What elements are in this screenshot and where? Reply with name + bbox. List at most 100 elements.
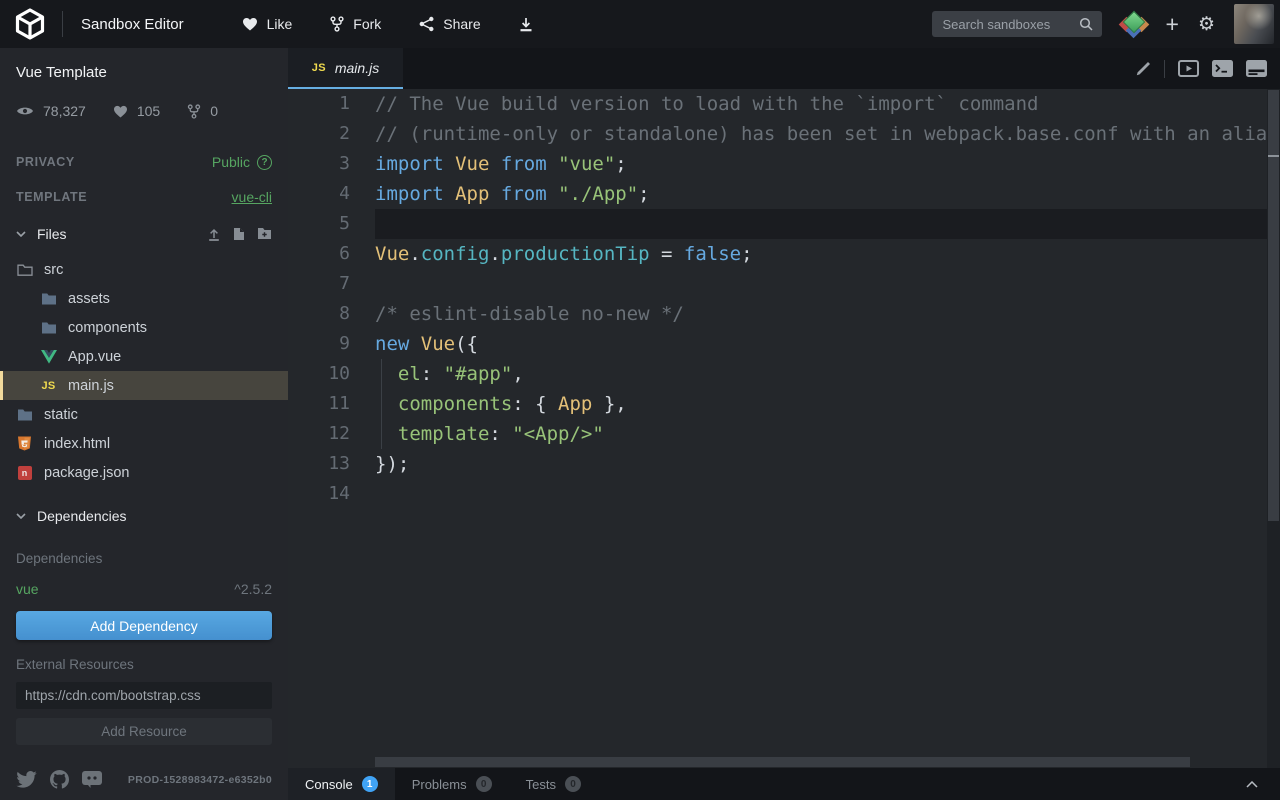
fork-button[interactable]: Fork — [330, 16, 381, 32]
line-number[interactable]: 11 — [288, 389, 375, 419]
files-section-header[interactable]: Files — [0, 217, 288, 251]
line-number[interactable]: 13 — [288, 449, 375, 479]
console-tab-tests[interactable]: Tests0 — [509, 768, 598, 800]
forks-stat: 0 — [187, 103, 218, 119]
code-line-7[interactable]: 7 — [288, 269, 1280, 299]
header-divider — [62, 11, 63, 37]
code-line-14[interactable]: 14 — [288, 479, 1280, 509]
new-file-button[interactable] — [233, 227, 245, 241]
file-tree-item-src[interactable]: src — [0, 255, 288, 284]
line-number[interactable]: 14 — [288, 479, 375, 509]
line-number[interactable]: 2 — [288, 119, 375, 149]
twitter-icon — [16, 771, 37, 788]
code-line-content: // The Vue build version to load with th… — [375, 89, 1280, 119]
privacy-value-text: Public — [212, 154, 250, 170]
template-label: TEMPLATE — [16, 190, 87, 204]
help-icon[interactable]: ? — [257, 155, 272, 170]
codesandbox-logo-icon[interactable] — [14, 8, 46, 40]
new-sandbox-button[interactable]: + — [1166, 13, 1179, 36]
code-line-9[interactable]: 9new Vue({ — [288, 329, 1280, 359]
share-button[interactable]: Share — [419, 16, 480, 32]
user-avatar[interactable] — [1234, 4, 1274, 44]
console-tab-problems[interactable]: Problems 0 — [395, 768, 509, 800]
toggle-preview-button[interactable] — [1178, 60, 1199, 77]
project-stats: 78,327 105 0 — [16, 103, 272, 119]
file-tree-item-package-json[interactable]: npackage.json — [0, 458, 288, 487]
discord-icon — [82, 771, 102, 788]
toggle-terminal-button[interactable] — [1212, 60, 1233, 77]
github-link[interactable] — [50, 770, 69, 789]
line-number[interactable]: 9 — [288, 329, 375, 359]
code-line-content — [375, 479, 1280, 509]
add-resource-button[interactable]: Add Resource — [16, 718, 272, 745]
code-line-content: import App from "./App"; — [375, 179, 1280, 209]
code-line-11[interactable]: 11 components: { App }, — [288, 389, 1280, 419]
code-line-10[interactable]: 10 el: "#app", — [288, 359, 1280, 389]
console-tab-badge: 0 — [476, 776, 492, 792]
line-number[interactable]: 4 — [288, 179, 375, 209]
dependencies-section-header[interactable]: Dependencies — [0, 499, 288, 533]
template-link[interactable]: vue-cli — [232, 189, 272, 205]
toggle-panel-layout-button[interactable] — [1246, 60, 1267, 77]
upload-file-button[interactable] — [207, 227, 221, 241]
eye-icon — [16, 105, 34, 117]
console-tab-console[interactable]: Console1 — [288, 768, 395, 800]
dependency-name-link[interactable]: vue — [16, 581, 39, 597]
code-line-content: /* eslint-disable no-new */ — [375, 299, 1280, 329]
search-box — [932, 11, 1102, 37]
file-name: package.json — [44, 465, 129, 481]
console-tab-label: Problems — [412, 777, 467, 792]
preferences-button[interactable]: ⚙ — [1198, 15, 1215, 34]
like-label: Like — [267, 16, 293, 32]
file-name: src — [44, 262, 63, 278]
line-number[interactable]: 5 — [288, 209, 375, 239]
vue-icon — [40, 350, 57, 364]
new-folder-button[interactable] — [257, 227, 272, 241]
expand-console-button[interactable] — [1246, 781, 1258, 788]
file-tree-item-components[interactable]: components — [0, 313, 288, 342]
code-line-1[interactable]: 1// The Vue build version to load with t… — [288, 89, 1280, 119]
horizontal-scrollbar[interactable] — [375, 757, 1190, 767]
add-dependency-button[interactable]: Add Dependency — [16, 611, 272, 640]
console-tab-badge: 0 — [565, 776, 581, 792]
fork-icon — [187, 104, 201, 119]
code-line-8[interactable]: 8/* eslint-disable no-new */ — [288, 299, 1280, 329]
header-right: + ⚙ — [932, 4, 1280, 44]
line-number[interactable]: 8 — [288, 299, 375, 329]
code-line-12[interactable]: 12 template: "<App/>" — [288, 419, 1280, 449]
prettify-button[interactable] — [1135, 61, 1151, 77]
code-line-4[interactable]: 4import App from "./App"; — [288, 179, 1280, 209]
file-tree-item-App-vue[interactable]: App.vue — [0, 342, 288, 371]
line-number[interactable]: 12 — [288, 419, 375, 449]
code-line-13[interactable]: 13}); — [288, 449, 1280, 479]
patron-badge-icon[interactable] — [1121, 11, 1147, 37]
console-tab-label: Console — [305, 777, 353, 792]
indent-guide — [381, 359, 382, 449]
views-stat: 78,327 — [16, 103, 86, 119]
line-number[interactable]: 3 — [288, 149, 375, 179]
vertical-scrollbar[interactable] — [1267, 89, 1280, 768]
code-line-6[interactable]: 6Vue.config.productionTip = false; — [288, 239, 1280, 269]
file-tree-item-main-js[interactable]: JSmain.js — [0, 371, 288, 400]
file-tree-item-index-html[interactable]: index.html — [0, 429, 288, 458]
console-bar: Console1Problems0Tests0 — [288, 768, 1280, 800]
tab-main-js[interactable]: JS main.js — [288, 48, 403, 89]
code-line-5[interactable]: 5 — [288, 209, 1280, 239]
twitter-link[interactable] — [16, 771, 37, 788]
search-input[interactable] — [941, 16, 1073, 33]
line-number[interactable]: 1 — [288, 89, 375, 119]
line-number[interactable]: 7 — [288, 269, 375, 299]
file-tree-item-static[interactable]: static — [0, 400, 288, 429]
line-number[interactable]: 6 — [288, 239, 375, 269]
code-line-2[interactable]: 2// (runtime-only or standalone) has bee… — [288, 119, 1280, 149]
discord-link[interactable] — [82, 771, 102, 788]
code-editor[interactable]: 1// The Vue build version to load with t… — [288, 89, 1280, 768]
file-name: index.html — [44, 436, 110, 452]
file-tree-item-assets[interactable]: assets — [0, 284, 288, 313]
download-button[interactable] — [519, 17, 533, 32]
code-line-3[interactable]: 3import Vue from "vue"; — [288, 149, 1280, 179]
view-tools — [1135, 48, 1280, 89]
like-button[interactable]: Like — [242, 16, 293, 32]
line-number[interactable]: 10 — [288, 359, 375, 389]
external-resource-input[interactable] — [16, 682, 272, 709]
